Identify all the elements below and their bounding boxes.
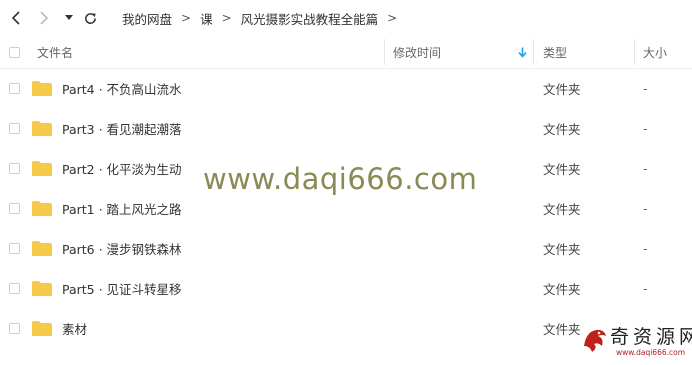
file-name[interactable]: Part3 · 看见潮起潮落 <box>62 108 182 148</box>
breadcrumb-item-my-disk[interactable]: 我的网盘 <box>122 9 172 28</box>
back-button[interactable] <box>8 10 24 26</box>
dragon-logo-icon <box>584 329 606 352</box>
forward-button[interactable] <box>36 10 52 26</box>
file-size: - <box>643 160 648 176</box>
row-checkbox[interactable] <box>9 243 20 254</box>
file-name[interactable]: Part1 · 踏上风光之路 <box>62 188 182 228</box>
row-checkbox[interactable] <box>9 323 20 334</box>
file-size: - <box>643 120 648 136</box>
file-type: 文件夹 <box>543 161 581 177</box>
folder-icon <box>32 81 52 96</box>
file-row[interactable]: Part6 · 漫步钢铁森林 文件夹 - <box>0 228 692 268</box>
row-checkbox[interactable] <box>9 123 20 134</box>
file-row[interactable]: Part5 · 见证斗转星移 文件夹 - <box>0 268 692 308</box>
file-size: - <box>643 200 648 216</box>
folder-icon <box>32 161 52 176</box>
site-logo: 奇资源网 www.daqi666.com <box>576 322 692 365</box>
file-type: 文件夹 <box>543 281 581 297</box>
breadcrumb-separator: > <box>181 11 192 25</box>
row-checkbox[interactable] <box>9 203 20 214</box>
column-header-name[interactable]: 文件名 <box>37 36 73 68</box>
folder-icon <box>32 121 52 136</box>
refresh-icon <box>84 12 96 24</box>
select-all-checkbox[interactable] <box>9 47 20 58</box>
breadcrumb-separator: > <box>387 11 398 25</box>
refresh-button[interactable] <box>81 9 99 27</box>
folder-icon <box>32 201 52 216</box>
file-size: - <box>643 240 648 256</box>
watermark-text: www.daqi666.com <box>203 162 478 196</box>
file-name[interactable]: 素材 <box>62 308 87 348</box>
folder-icon <box>32 321 52 336</box>
file-row[interactable]: Part4 · 不负高山流水 文件夹 - <box>0 68 692 108</box>
folder-icon <box>32 281 52 296</box>
caret-down-icon <box>65 15 73 20</box>
row-checkbox[interactable] <box>9 283 20 294</box>
breadcrumb-separator: > <box>221 11 232 25</box>
file-name[interactable]: Part5 · 见证斗转星移 <box>62 268 182 308</box>
file-name[interactable]: Part6 · 漫步钢铁森林 <box>62 228 182 268</box>
file-type: 文件夹 <box>543 321 581 337</box>
column-header-size[interactable]: 大小 <box>643 36 667 68</box>
top-bar: 我的网盘 > 课 > 风光摄影实战教程全能篇 > <box>0 0 692 36</box>
column-divider <box>384 39 385 65</box>
column-divider <box>533 39 534 65</box>
breadcrumb: 我的网盘 > 课 > 风光摄影实战教程全能篇 > <box>122 0 406 36</box>
file-type: 文件夹 <box>543 241 581 257</box>
file-list-header: 文件名 修改时间 类型 大小 <box>0 36 692 69</box>
history-dropdown-button[interactable] <box>63 10 75 26</box>
file-type: 文件夹 <box>543 121 581 137</box>
logo-text: 奇资源网 <box>610 326 692 348</box>
file-size: - <box>643 80 648 96</box>
file-type: 文件夹 <box>543 81 581 97</box>
sort-descending-icon[interactable] <box>518 36 527 68</box>
file-name[interactable]: Part4 · 不负高山流水 <box>62 68 182 108</box>
file-type: 文件夹 <box>543 201 581 217</box>
file-name[interactable]: Part2 · 化平淡为生动 <box>62 148 182 188</box>
breadcrumb-item-course[interactable]: 课 <box>200 9 213 28</box>
logo-url: www.daqi666.com <box>616 348 686 357</box>
breadcrumb-item-current-folder[interactable]: 风光摄影实战教程全能篇 <box>241 9 379 28</box>
row-checkbox[interactable] <box>9 83 20 94</box>
row-checkbox[interactable] <box>9 163 20 174</box>
column-header-type[interactable]: 类型 <box>543 36 567 68</box>
file-row[interactable]: Part3 · 看见潮起潮落 文件夹 - <box>0 108 692 148</box>
column-header-modified[interactable]: 修改时间 <box>393 36 441 68</box>
folder-icon <box>32 241 52 256</box>
chevron-right-icon <box>40 11 49 25</box>
chevron-left-icon <box>11 11 20 25</box>
column-divider <box>634 39 635 65</box>
file-size: - <box>643 280 648 296</box>
